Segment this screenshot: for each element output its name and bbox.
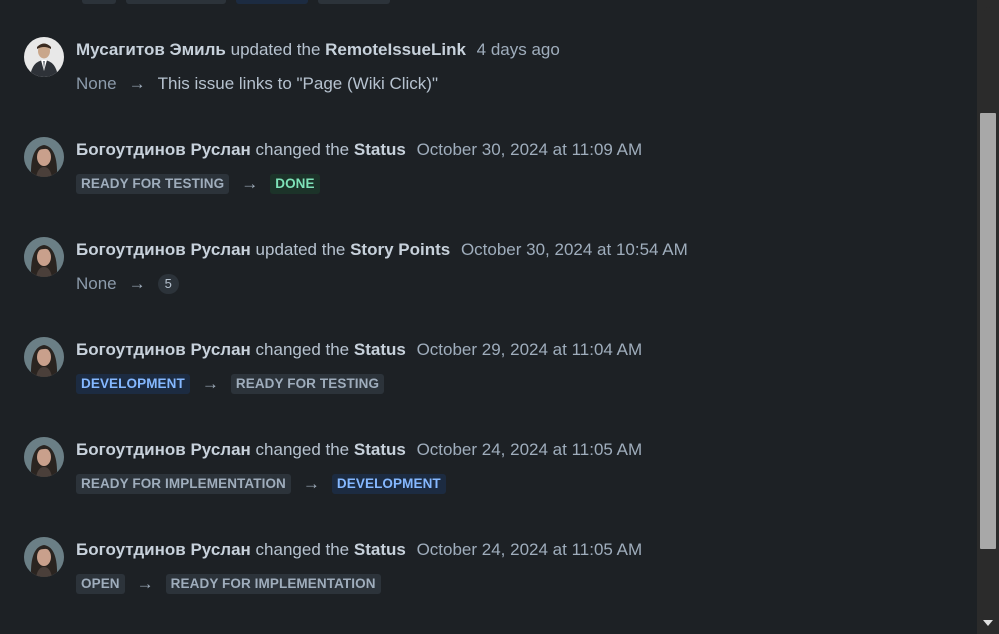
old-value: None bbox=[76, 74, 117, 93]
previous-entry-clipped bbox=[82, 0, 390, 4]
avatar[interactable] bbox=[24, 337, 64, 377]
new-status-lozenge: READY FOR IMPLEMENTATION bbox=[165, 574, 381, 594]
timestamp[interactable]: October 30, 2024 at 11:09 AM bbox=[417, 140, 643, 159]
avatar[interactable] bbox=[24, 537, 64, 577]
author-name[interactable]: Богоутдинов Руслан bbox=[76, 540, 251, 559]
history-summary: Мусагитов Эмиль updated the RemoteIssueL… bbox=[76, 39, 560, 61]
avatar-suit-man-icon bbox=[24, 37, 64, 77]
timestamp[interactable]: October 29, 2024 at 11:04 AM bbox=[417, 340, 643, 359]
arrow-right-icon: → bbox=[302, 474, 320, 493]
avatar-woman-icon bbox=[24, 137, 64, 177]
history-summary: Богоутдинов Руслан changed the Status Oc… bbox=[76, 339, 642, 361]
author-name[interactable]: Богоутдинов Руслан bbox=[76, 140, 251, 159]
action-verb: changed the bbox=[255, 340, 350, 359]
avatar[interactable] bbox=[24, 137, 64, 177]
avatar-woman-icon bbox=[24, 337, 64, 377]
field-name: Status bbox=[353, 340, 406, 359]
action-verb: updated the bbox=[230, 40, 321, 59]
author-name[interactable]: Богоутдинов Руслан bbox=[76, 440, 251, 459]
action-verb: changed the bbox=[255, 440, 350, 459]
timestamp[interactable]: October 24, 2024 at 11:05 AM bbox=[417, 440, 643, 459]
field-name: Status bbox=[353, 140, 406, 159]
new-value: This issue links to "Page (Wiki Click)" bbox=[157, 74, 438, 93]
new-status-lozenge: READY FOR TESTING bbox=[230, 374, 385, 394]
author-name[interactable]: Богоутдинов Руслан bbox=[76, 340, 251, 359]
arrow-right-icon: → bbox=[128, 74, 146, 93]
change-values: READY FOR TESTING → DONE bbox=[76, 173, 320, 195]
arrow-right-icon: → bbox=[136, 574, 154, 593]
history-summary: Богоутдинов Руслан updated the Story Poi… bbox=[76, 239, 688, 261]
clipped-lozenge bbox=[318, 0, 390, 4]
timestamp[interactable]: 4 days ago bbox=[477, 40, 560, 59]
action-verb: updated the bbox=[255, 240, 346, 259]
change-values: None → This issue links to "Page (Wiki C… bbox=[76, 73, 438, 95]
clipped-lozenge bbox=[126, 0, 226, 4]
history-panel: Мусагитов Эмиль updated the RemoteIssueL… bbox=[0, 0, 999, 634]
history-feed: Мусагитов Эмиль updated the RemoteIssueL… bbox=[0, 0, 977, 634]
clipped-lozenge bbox=[236, 0, 308, 4]
history-summary: Богоутдинов Руслан changed the Status Oc… bbox=[76, 539, 642, 561]
avatar[interactable] bbox=[24, 437, 64, 477]
author-name[interactable]: Мусагитов Эмиль bbox=[76, 40, 226, 59]
change-values: OPEN → READY FOR IMPLEMENTATION bbox=[76, 573, 381, 595]
action-verb: changed the bbox=[255, 540, 350, 559]
author-name[interactable]: Богоутдинов Руслан bbox=[76, 240, 251, 259]
old-status-lozenge: DEVELOPMENT bbox=[76, 374, 190, 394]
old-status-lozenge: READY FOR IMPLEMENTATION bbox=[76, 474, 291, 494]
scroll-down-icon[interactable] bbox=[983, 620, 993, 626]
arrow-right-icon: → bbox=[201, 374, 219, 393]
avatar-woman-icon bbox=[24, 437, 64, 477]
field-name: Status bbox=[353, 440, 406, 459]
new-status-lozenge: DONE bbox=[270, 174, 320, 194]
old-value: None bbox=[76, 274, 117, 293]
arrow-right-icon: → bbox=[241, 174, 259, 193]
scroll-up-icon[interactable] bbox=[983, 6, 993, 12]
action-verb: changed the bbox=[255, 140, 350, 159]
old-status-lozenge: OPEN bbox=[76, 574, 125, 594]
timestamp[interactable]: October 30, 2024 at 10:54 AM bbox=[461, 240, 688, 259]
change-values: None → 5 bbox=[76, 273, 179, 295]
old-status-lozenge: READY FOR TESTING bbox=[76, 174, 230, 194]
history-summary: Богоутдинов Руслан changed the Status Oc… bbox=[76, 439, 642, 461]
vertical-scrollbar[interactable] bbox=[977, 0, 999, 634]
story-points-badge: 5 bbox=[157, 274, 179, 294]
timestamp[interactable]: October 24, 2024 at 11:05 AM bbox=[417, 540, 643, 559]
scrollbar-thumb[interactable] bbox=[980, 113, 996, 549]
change-values: DEVELOPMENT → READY FOR TESTING bbox=[76, 373, 385, 395]
field-name: Status bbox=[353, 540, 406, 559]
arrow-right-icon: → bbox=[128, 274, 146, 293]
field-name: RemoteIssueLink bbox=[325, 40, 466, 59]
avatar-woman-icon bbox=[24, 537, 64, 577]
avatar-woman-icon bbox=[24, 237, 64, 277]
change-values: READY FOR IMPLEMENTATION → DEVELOPMENT bbox=[76, 473, 446, 495]
avatar[interactable] bbox=[24, 237, 64, 277]
new-status-lozenge: DEVELOPMENT bbox=[331, 474, 446, 494]
avatar[interactable] bbox=[24, 37, 64, 77]
clipped-lozenge bbox=[82, 0, 116, 4]
field-name: Story Points bbox=[350, 240, 451, 259]
history-summary: Богоутдинов Руслан changed the Status Oc… bbox=[76, 139, 642, 161]
